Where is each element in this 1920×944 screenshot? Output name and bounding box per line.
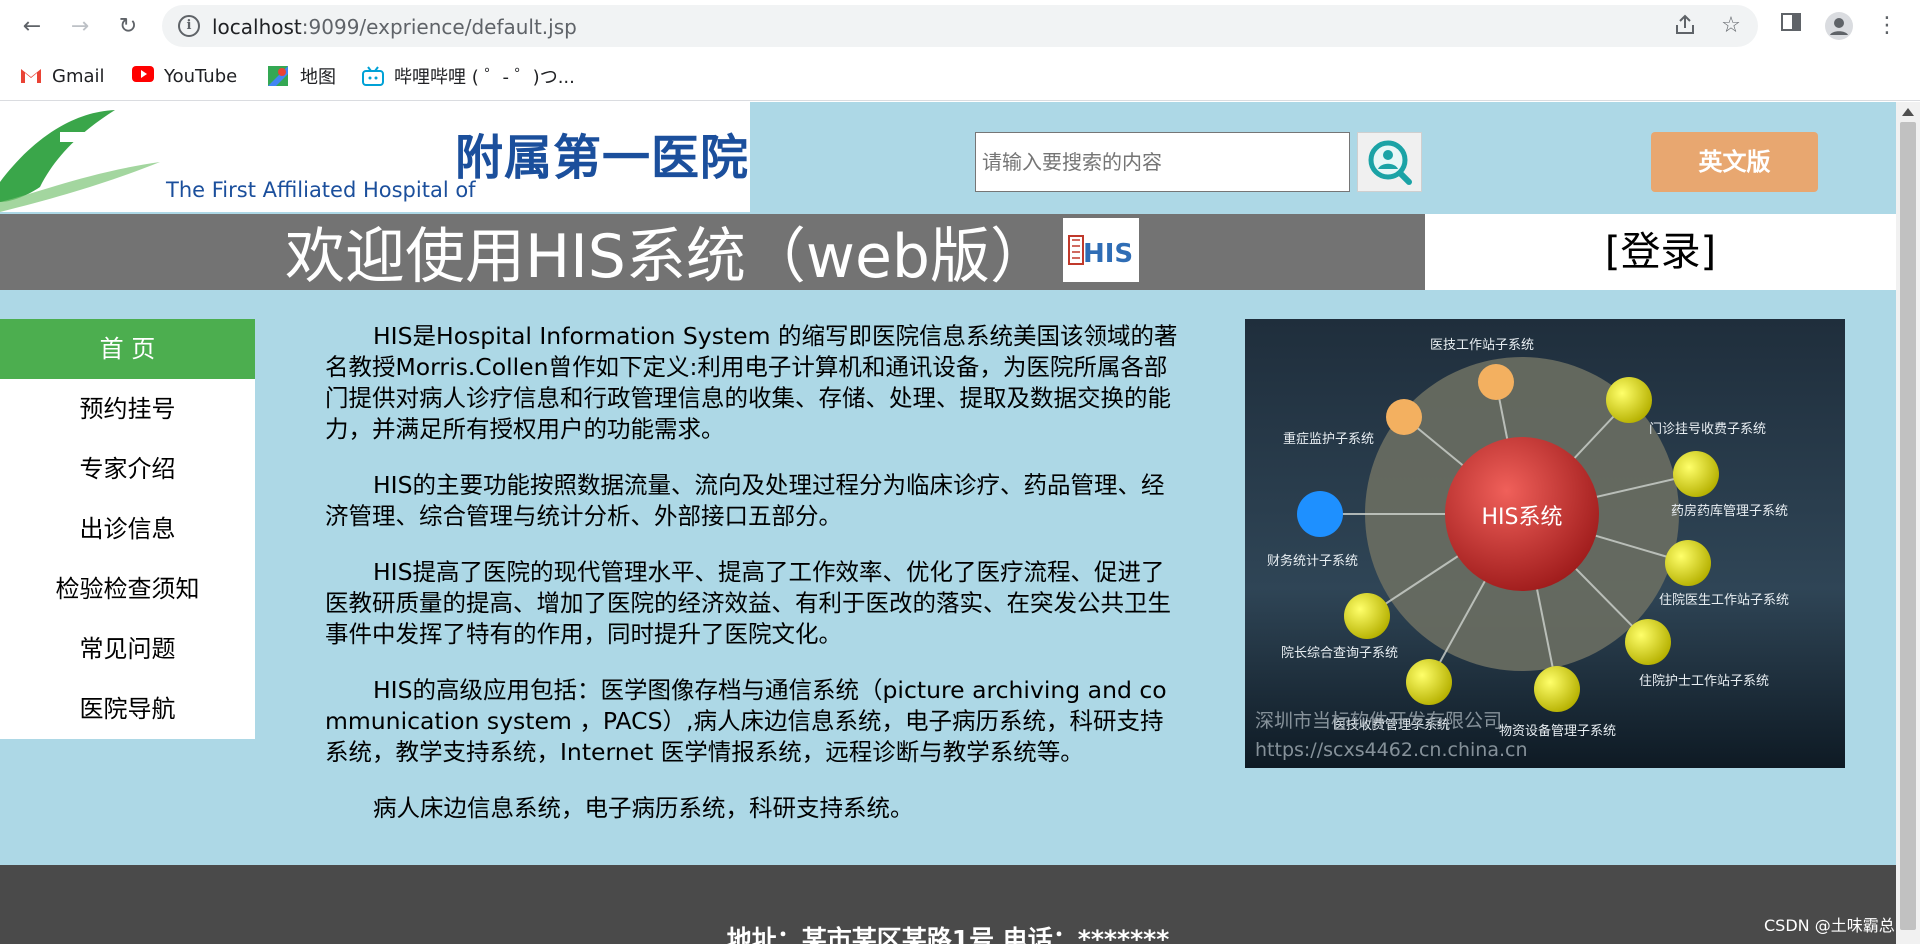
sidebar-item-navigation[interactable]: 医院导航 (0, 679, 255, 739)
intro-paragraph: 病人床边信息系统，电子病历系统，科研支持系统。 (373, 794, 914, 822)
reload-icon[interactable]: ↻ (114, 12, 142, 40)
diagram-node (1625, 619, 1671, 665)
diagram-label: 院长综合查询子系统 (1281, 646, 1398, 661)
menu-kebab-icon[interactable]: ⋮ (1872, 11, 1902, 41)
maps-icon (268, 66, 290, 86)
diagram-node (1673, 451, 1719, 497)
url-text[interactable]: localhost:9099/exprience/default.jsp (212, 15, 577, 39)
bilibili-icon (362, 66, 384, 86)
scroll-up-arrow-icon[interactable] (1902, 108, 1914, 116)
welcome-bar: 欢迎使用HIS系统（web版） HIS (0, 214, 1425, 290)
youtube-icon (132, 66, 154, 86)
his-logo: HIS (1063, 218, 1139, 282)
diagram-center-label: HIS系统 (1482, 505, 1563, 530)
sidebar-item-appointment[interactable]: 预约挂号 (0, 379, 255, 439)
url-host: localhost (212, 15, 302, 39)
web-page: 附属第一医院 The First Affiliated Hospital of … (0, 102, 1896, 944)
sidebar-item-faq[interactable]: 常见问题 (0, 619, 255, 679)
forward-arrow-icon[interactable]: → (66, 12, 94, 40)
diagram-label: 住院护士工作站子系统 (1639, 674, 1769, 689)
search-input[interactable] (975, 132, 1350, 192)
diagram-node (1665, 540, 1711, 586)
diagram-label: 药房药库管理子系统 (1671, 503, 1788, 519)
hospital-logo: 附属第一医院 The First Affiliated Hospital of (0, 102, 750, 212)
diagram-node (1406, 659, 1452, 705)
sidebar-menu: 首 页 预约挂号 专家介绍 出诊信息 检验检查须知 常见问题 医院导航 (0, 319, 255, 739)
intro-paragraph: HIS的主要功能按照数据流量、流向及处理过程分为临床诊疗、药品管理、经济管理、综… (325, 471, 1165, 530)
footer-address: 地址：某市某区某路1号 电话：******* (726, 925, 1170, 944)
scrollbar-thumb[interactable] (1900, 122, 1916, 930)
diagram-node (1534, 666, 1580, 712)
gmail-icon (20, 66, 42, 86)
side-panel-icon[interactable] (1776, 11, 1806, 41)
diagram-watermark-url: https://scxs4462.cn.china.cn (1255, 739, 1528, 761)
site-info-icon[interactable]: i (178, 15, 200, 37)
intro-paragraph: HIS是Hospital Information System 的缩写即医院信息… (325, 322, 1178, 443)
sidebar-item-schedule[interactable]: 出诊信息 (0, 499, 255, 559)
search-button[interactable] (1357, 132, 1422, 192)
bookmark-label: Gmail (52, 65, 105, 87)
bookmark-label: YouTube (164, 65, 238, 87)
diagram-label: 物资设备管理子系统 (1499, 723, 1616, 739)
csdn-watermark: CSDN @土味霸总 (1764, 916, 1895, 935)
bookmark-label: 地图 (300, 67, 336, 88)
diagram-node (1344, 593, 1390, 639)
diagram-label: 重症监护子系统 (1283, 431, 1374, 447)
intro-content: HIS是Hospital Information System 的缩写即医院信息… (325, 321, 1180, 849)
diagram-node (1478, 364, 1514, 400)
bookmark-bilibili[interactable]: 哔哩哔哩 ( ゜- ゜)つ... (362, 63, 575, 89)
logo-english-name: The First Affiliated Hospital of (166, 178, 476, 202)
diagram-label: 住院医生工作站子系统 (1659, 593, 1789, 608)
logo-chinese-name: 附属第一医院 (455, 130, 750, 186)
intro-paragraph: HIS提高了医院的现代管理水平、提高了工作效率、优化了医疗流程、促进了医教研质量… (325, 558, 1171, 648)
back-arrow-icon[interactable]: ← (18, 12, 46, 40)
diagram-label: 财务统计子系统 (1267, 553, 1358, 569)
diagram-label: 医技工作站子系统 (1430, 338, 1534, 353)
his-logo-text: HIS (1083, 239, 1133, 269)
bookmarks-bar: Gmail YouTube 地图 哔哩哔哩 ( ゜- ゜)つ... (0, 51, 1920, 101)
diagram-label: 门诊挂号收费子系统 (1649, 422, 1766, 437)
sidebar-item-exam-notice[interactable]: 检验检查须知 (0, 559, 255, 619)
his-system-diagram: HIS系统 医技工作站子系统 重症监护子系统 门诊挂号收费子系统 药房药库管理子… (1245, 319, 1845, 768)
english-version-button[interactable]: 英文版 (1651, 132, 1818, 192)
profile-avatar-icon[interactable] (1824, 11, 1854, 41)
intro-paragraph: HIS的高级应用包括：医学图像存档与通信系统（picture archiving… (325, 676, 1167, 766)
diagram-node (1297, 491, 1343, 537)
bookmark-star-icon[interactable]: ☆ (1718, 13, 1744, 39)
sidebar-item-experts[interactable]: 专家介绍 (0, 439, 255, 499)
search-icon (1368, 140, 1412, 185)
browser-toolbar: ← → ↻ i localhost:9099/exprience/default… (0, 0, 1920, 51)
welcome-title: 欢迎使用HIS系统（web版） (285, 222, 1050, 290)
share-icon[interactable] (1672, 13, 1698, 39)
sidebar-item-home[interactable]: 首 页 (0, 319, 255, 379)
bookmark-maps[interactable]: 地图 (268, 63, 336, 89)
bookmark-label: 哔哩哔哩 ( ゜- ゜)つ... (394, 67, 575, 88)
page-scrollbar[interactable] (1896, 102, 1920, 944)
bookmark-gmail[interactable]: Gmail (20, 63, 105, 89)
diagram-node (1386, 399, 1422, 435)
address-bar[interactable]: i localhost:9099/exprience/default.jsp ☆ (162, 5, 1758, 47)
url-path: :9099/exprience/default.jsp (301, 15, 577, 39)
bookmark-youtube[interactable]: YouTube (132, 63, 237, 89)
login-link[interactable]: [登录] (1425, 214, 1896, 290)
diagram-node (1606, 377, 1652, 423)
diagram-watermark: 深圳市当标软件开发有限公司 (1255, 710, 1502, 732)
footer: 地址：某市某区某路1号 电话：******* (0, 865, 1896, 944)
